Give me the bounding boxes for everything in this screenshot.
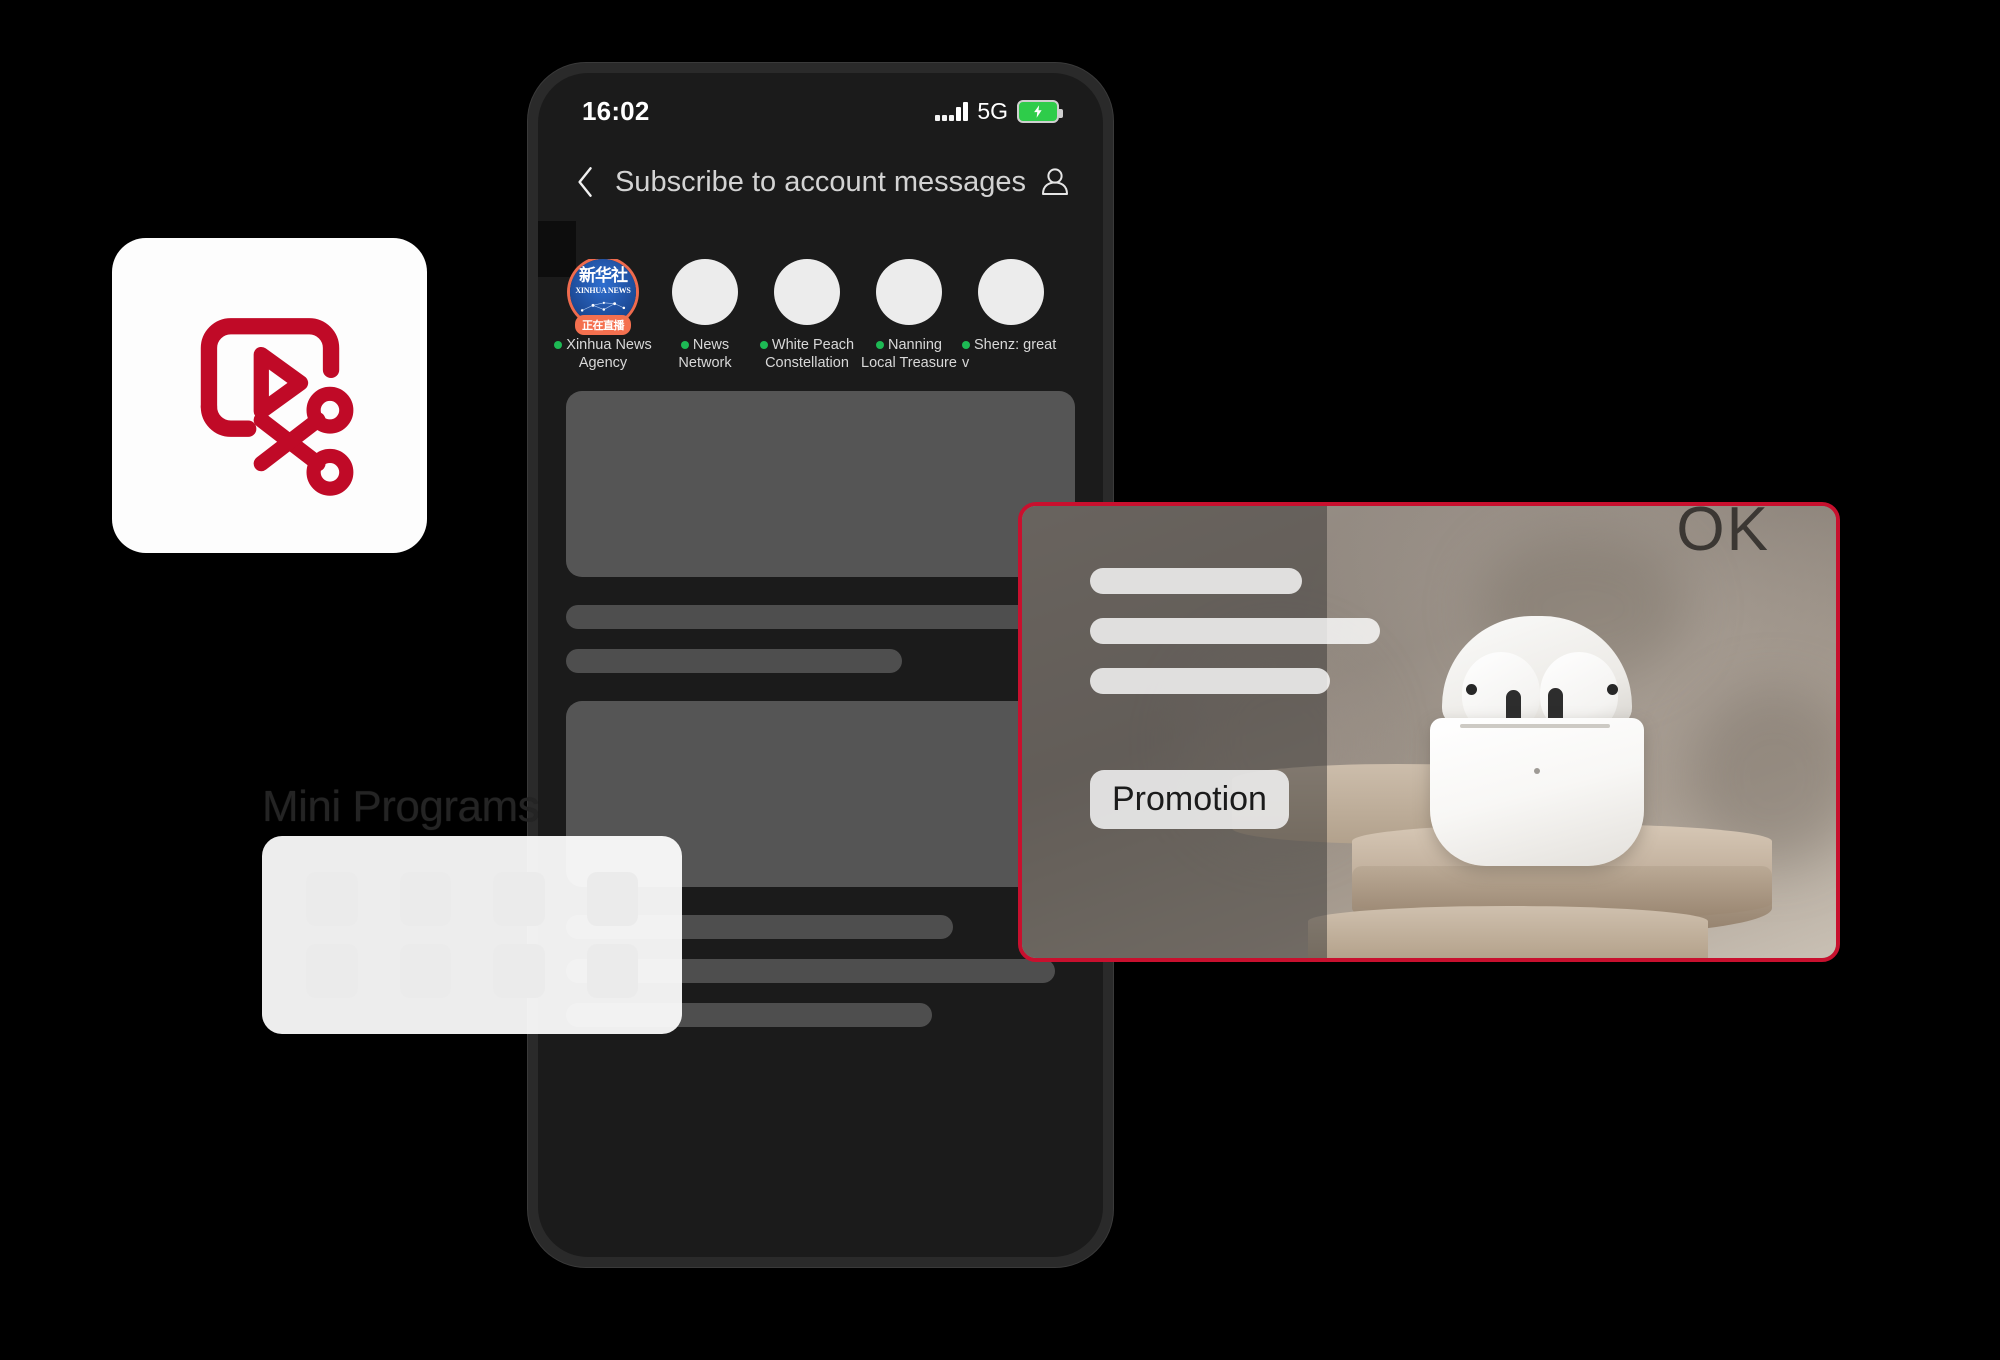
grid-tile [306, 944, 358, 998]
account-name: White Peach Constellation [765, 337, 855, 371]
skeleton-line [566, 649, 902, 673]
online-dot-icon [875, 341, 884, 350]
grid-tile [399, 944, 451, 998]
video-share-icon-glyph [200, 317, 353, 496]
placeholder-line [1090, 618, 1380, 644]
online-dot-icon [962, 341, 970, 350]
account-label: White Peach Constellation [756, 337, 858, 372]
earbud-hole [1466, 684, 1477, 695]
status-bar: 16:02 5G [538, 87, 1103, 135]
promotion-placeholder-lines [1090, 568, 1380, 694]
video-share-app-icon[interactable] [112, 238, 427, 553]
placeholder-line [1090, 568, 1302, 594]
online-dot-icon [759, 341, 768, 350]
person-icon [1042, 168, 1068, 195]
chevron-left-icon [578, 167, 592, 197]
case-seam [1460, 724, 1610, 728]
account-item-shenzhen[interactable]: Shenz: great v [960, 259, 1062, 383]
earbuds-graphic [1422, 616, 1652, 866]
avatar [978, 259, 1044, 325]
grid-tile [586, 944, 638, 998]
screenshot-canvas: 16:02 5G Subscribe to account messages 新… [0, 0, 2000, 1360]
grid-tile [399, 872, 451, 926]
case-led [1534, 768, 1540, 774]
back-button[interactable] [564, 165, 608, 199]
grid-tile [306, 872, 358, 926]
avatar: 新华社 XINHUA NEWS 正在直播 [570, 259, 636, 335]
promotion-button[interactable]: Promotion [1090, 770, 1289, 829]
xinhua-logo-cn: 新华社 [579, 266, 628, 286]
charging-case [1430, 718, 1644, 866]
online-dot-icon [554, 341, 563, 350]
battery-charging-icon [1017, 99, 1063, 123]
signal-icon [935, 101, 969, 121]
grid-tile [586, 872, 638, 926]
promotion-panel[interactable]: OK Promotion [1018, 502, 1840, 962]
account-item-xinhua[interactable]: 新华社 XINHUA NEWS 正在直播 Xinhua News Agency [552, 259, 654, 383]
skeleton-image-card [566, 391, 1075, 577]
earbud-hole [1607, 684, 1618, 695]
account-label: Nanning Local Treasure [858, 337, 960, 372]
skeleton-line [566, 605, 1075, 629]
mini-programs-grid-icon [262, 836, 682, 1034]
nav-bar: Subscribe to account messages [538, 149, 1103, 215]
account-item-white-peach[interactable]: White Peach Constellation [756, 259, 858, 383]
grid-tile [493, 944, 545, 998]
network-type-label: 5G [977, 97, 1008, 124]
account-name: Xinhua News Agency [566, 337, 652, 371]
xinhua-logo-en: XINHUA NEWS [575, 286, 631, 295]
account-label: News Network [654, 337, 756, 372]
account-item-news-network[interactable]: News Network [654, 259, 756, 383]
podium-front [1308, 906, 1708, 958]
avatar [672, 259, 738, 325]
grid-tile [493, 872, 545, 926]
avatar [876, 259, 942, 325]
live-badge: 正在直播 [575, 315, 631, 335]
mini-programs-label: Mini Programs [262, 782, 540, 831]
placeholder-line [1090, 668, 1330, 694]
account-name: Shenz: great v [962, 337, 1057, 371]
subscribed-accounts-strip[interactable]: 新华社 XINHUA NEWS 正在直播 Xinhua News Agency … [538, 259, 1103, 383]
online-dot-icon [680, 341, 689, 350]
network-graphic [578, 298, 628, 316]
page-title: Subscribe to account messages [614, 165, 1027, 198]
corner-text: OK [1676, 502, 1770, 564]
account-label: Shenz: great v [960, 337, 1062, 372]
account-name: Nanning Local Treasure [861, 337, 957, 371]
status-clock: 16:02 [582, 95, 650, 126]
account-item-nanning[interactable]: Nanning Local Treasure [858, 259, 960, 383]
account-label: Xinhua News Agency [552, 337, 654, 372]
avatar [774, 259, 840, 325]
profile-button[interactable] [1033, 166, 1077, 198]
